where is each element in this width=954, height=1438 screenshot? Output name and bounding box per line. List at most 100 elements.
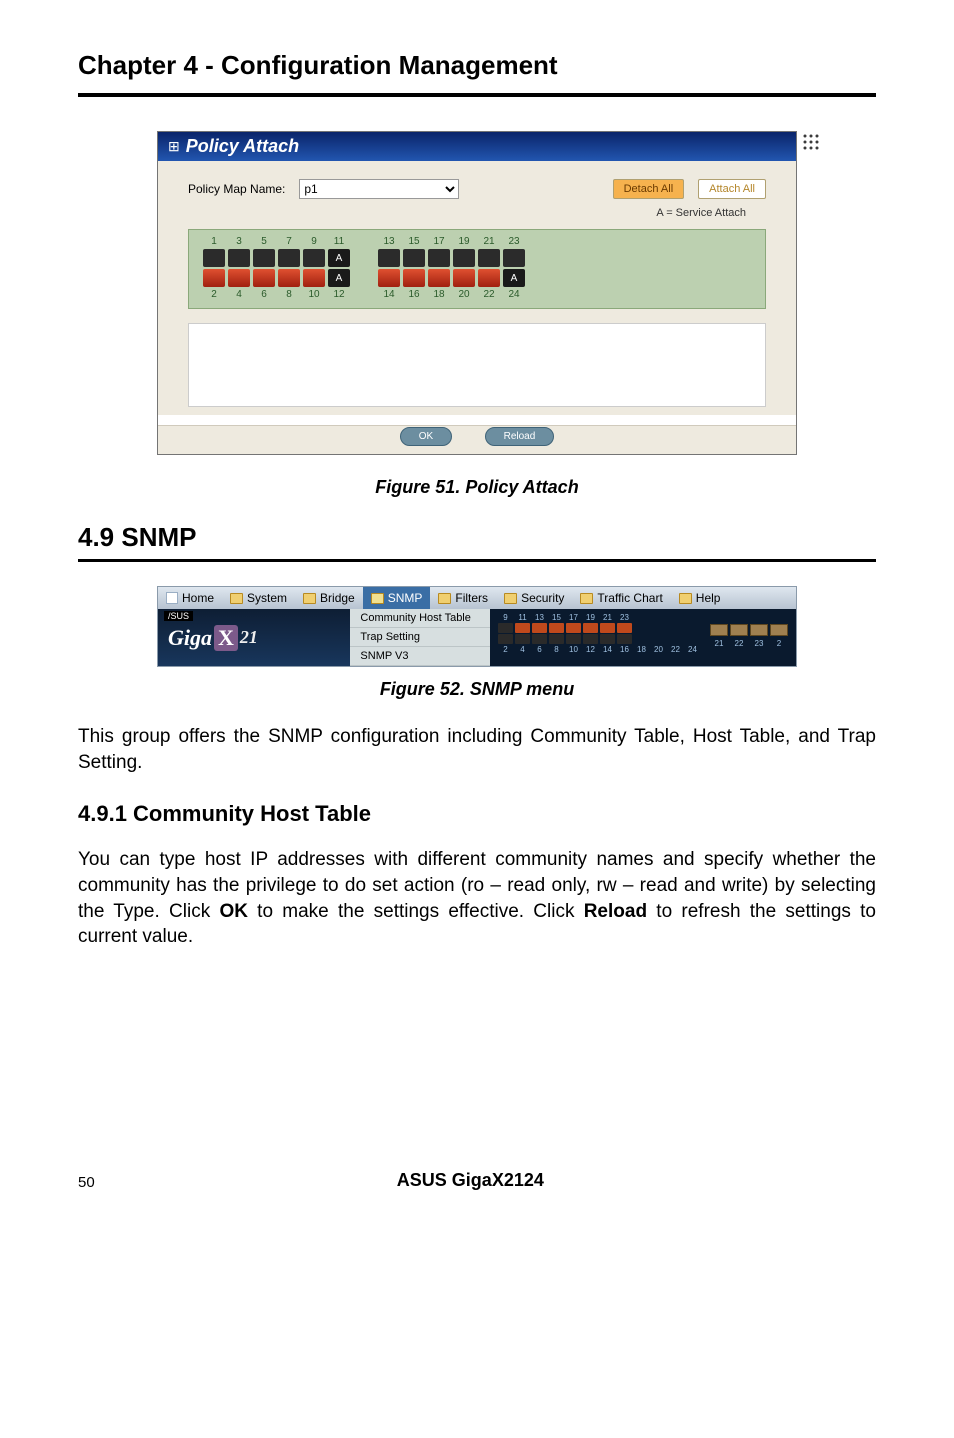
port[interactable] bbox=[303, 249, 325, 267]
asus-badge: /SUS bbox=[164, 611, 193, 621]
port-label: 22 bbox=[478, 289, 500, 300]
page-number: 50 bbox=[78, 1174, 95, 1191]
port-label: 21 bbox=[478, 236, 500, 247]
port[interactable] bbox=[403, 249, 425, 267]
menu-item-snmp-v3[interactable]: SNMP V3 bbox=[350, 647, 490, 666]
paragraph-1: This group offers the SNMP configuration… bbox=[78, 724, 876, 775]
port[interactable] bbox=[478, 249, 500, 267]
app-icon bbox=[800, 131, 822, 153]
folder-icon bbox=[504, 593, 517, 604]
port[interactable] bbox=[203, 269, 225, 287]
ok-button[interactable]: OK bbox=[400, 427, 452, 446]
menu-bar: Home System Bridge SNMP Filters Security… bbox=[158, 587, 796, 609]
menu-filters[interactable]: Filters bbox=[430, 587, 496, 609]
home-icon bbox=[166, 592, 178, 604]
menu-item-trap-setting[interactable]: Trap Setting bbox=[350, 628, 490, 647]
figure-52-caption: Figure 52. SNMP menu bbox=[78, 679, 876, 700]
port-label: 8 bbox=[278, 289, 300, 300]
figure-51-caption: Figure 51. Policy Attach bbox=[78, 477, 876, 498]
port-a[interactable]: A bbox=[503, 269, 525, 287]
divider bbox=[78, 93, 876, 97]
folder-icon bbox=[438, 593, 451, 604]
port-label: 10 bbox=[303, 289, 325, 300]
port-label: 23 bbox=[503, 236, 525, 247]
port-label: 4 bbox=[228, 289, 250, 300]
port[interactable] bbox=[278, 269, 300, 287]
port-a[interactable]: A bbox=[328, 249, 350, 267]
menu-home[interactable]: Home bbox=[158, 587, 222, 609]
port[interactable] bbox=[453, 269, 475, 287]
port[interactable] bbox=[253, 249, 275, 267]
port[interactable] bbox=[378, 269, 400, 287]
folder-icon bbox=[303, 593, 316, 604]
paragraph-2: You can type host IP addresses with diff… bbox=[78, 847, 876, 950]
menu-traffic-chart[interactable]: Traffic Chart bbox=[572, 587, 670, 609]
port-label: 3 bbox=[228, 236, 250, 247]
port-label: 2 bbox=[203, 289, 225, 300]
menu-security[interactable]: Security bbox=[496, 587, 572, 609]
port[interactable] bbox=[203, 249, 225, 267]
logo-giga: Giga bbox=[168, 625, 212, 651]
menu-snmp[interactable]: SNMP bbox=[363, 587, 431, 609]
port-label: 13 bbox=[378, 236, 400, 247]
port[interactable] bbox=[228, 269, 250, 287]
port-label: 6 bbox=[253, 289, 275, 300]
port-a[interactable]: A bbox=[328, 269, 350, 287]
port[interactable] bbox=[278, 249, 300, 267]
attach-all-button[interactable]: Attach All bbox=[698, 179, 766, 199]
mini-ports-panel: 911131517192123 24681012141618202224 bbox=[490, 609, 796, 666]
menu-bridge[interactable]: Bridge bbox=[295, 587, 363, 609]
subsection-heading: 4.9.1 Community Host Table bbox=[78, 801, 876, 827]
port-label: 14 bbox=[378, 289, 400, 300]
policy-map-label: Policy Map Name: bbox=[188, 182, 285, 196]
port[interactable] bbox=[478, 269, 500, 287]
port-label: 5 bbox=[253, 236, 275, 247]
chapter-title: Chapter 4 - Configuration Management bbox=[78, 50, 876, 81]
folder-icon bbox=[580, 593, 593, 604]
port-label: 16 bbox=[403, 289, 425, 300]
port-label: 19 bbox=[453, 236, 475, 247]
figure-51-screenshot: ⊞ Policy Attach Policy Map Name: p1 Deta… bbox=[157, 131, 797, 455]
product-name: ASUS GigaX2124 bbox=[397, 1170, 544, 1191]
policy-map-select[interactable]: p1 bbox=[299, 179, 459, 199]
folder-icon bbox=[679, 593, 692, 604]
logo-panel: /SUS GigaX21 bbox=[158, 609, 350, 666]
window-title: Policy Attach bbox=[186, 136, 299, 157]
figure-52-screenshot: Home System Bridge SNMP Filters Security… bbox=[157, 586, 797, 667]
port[interactable] bbox=[453, 249, 475, 267]
port[interactable] bbox=[378, 249, 400, 267]
menu-item-community-host-table[interactable]: Community Host Table bbox=[350, 609, 490, 628]
folder-open-icon bbox=[371, 593, 384, 604]
port-label: 1 bbox=[203, 236, 225, 247]
detach-all-button[interactable]: Detach All bbox=[613, 179, 685, 199]
section-underline bbox=[78, 559, 876, 562]
folder-icon bbox=[230, 593, 243, 604]
port-label: 17 bbox=[428, 236, 450, 247]
port-label: 15 bbox=[403, 236, 425, 247]
blank-panel bbox=[188, 323, 766, 407]
port-label: 7 bbox=[278, 236, 300, 247]
port[interactable] bbox=[428, 249, 450, 267]
port-label: 12 bbox=[328, 289, 350, 300]
port[interactable] bbox=[428, 269, 450, 287]
port[interactable] bbox=[403, 269, 425, 287]
expand-icon: ⊞ bbox=[168, 138, 180, 155]
logo-x: X bbox=[214, 625, 238, 651]
section-heading: 4.9 SNMP bbox=[78, 522, 876, 553]
port-label: 24 bbox=[503, 289, 525, 300]
port-label: 18 bbox=[428, 289, 450, 300]
window-titlebar: ⊞ Policy Attach bbox=[158, 132, 796, 161]
port[interactable] bbox=[503, 249, 525, 267]
reload-button[interactable]: Reload bbox=[485, 427, 555, 446]
port-label: 20 bbox=[453, 289, 475, 300]
page-footer: 50 ASUS GigaX2124 bbox=[78, 1170, 876, 1191]
logo-21: 21 bbox=[240, 627, 258, 648]
port-label: 11 bbox=[328, 236, 350, 247]
snmp-dropdown: Community Host Table Trap Setting SNMP V… bbox=[350, 609, 490, 666]
menu-system[interactable]: System bbox=[222, 587, 295, 609]
menu-help[interactable]: Help bbox=[671, 587, 729, 609]
port[interactable] bbox=[303, 269, 325, 287]
port[interactable] bbox=[228, 249, 250, 267]
port[interactable] bbox=[253, 269, 275, 287]
ports-panel: 1 3 5 7 9 11 A bbox=[188, 229, 766, 309]
